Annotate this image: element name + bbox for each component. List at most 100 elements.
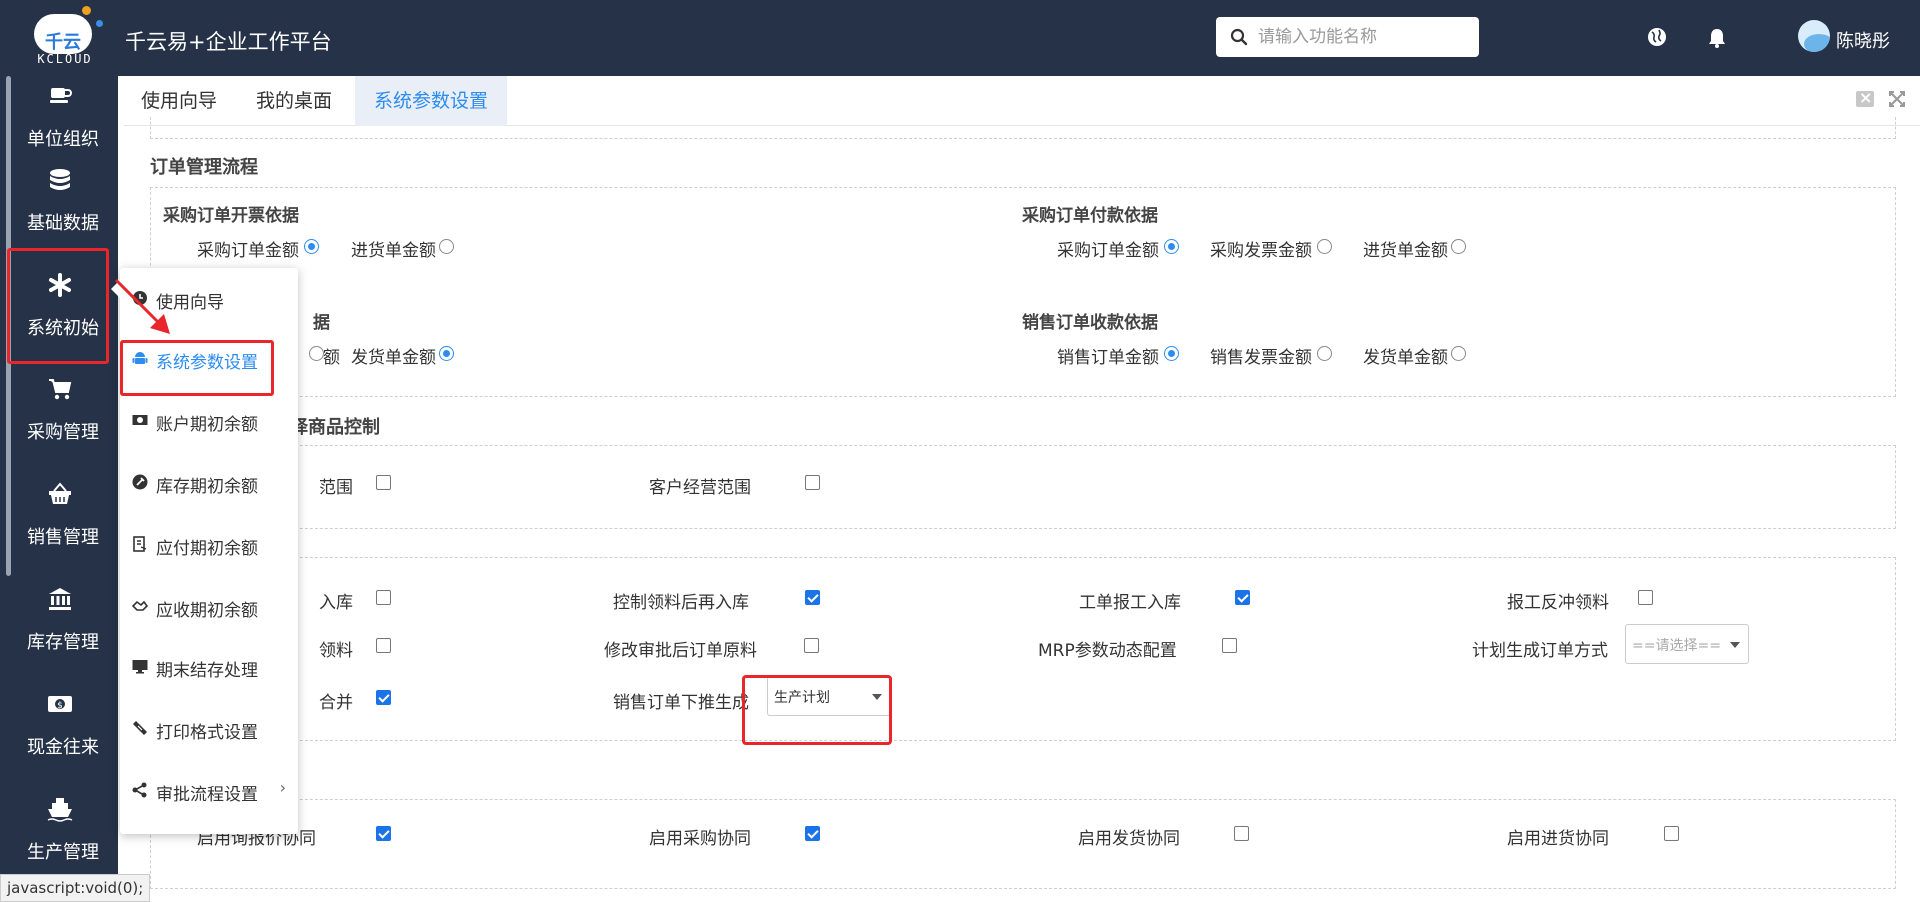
radio-label: 销售发票金额 — [1210, 348, 1312, 368]
production-panel: 入库 控制领料后再入库 工单报工入库 报工反冲领料 领料 修改审批后订单原料 M… — [150, 557, 1896, 741]
ticket-icon — [133, 721, 147, 735]
order-flow-panel: 采购订单开票依据 采购订单金额 进货单金额 采购订单付款依据 采购订单金额 采购… — [150, 187, 1896, 397]
logo-dot — [82, 6, 91, 15]
globe-icon[interactable] — [1646, 26, 1668, 48]
submenu-item-payable-opening[interactable]: 应付期初余额 — [120, 514, 298, 574]
monitor-icon — [132, 660, 148, 674]
sidebar-item-basic-data[interactable]: 基础数据 — [0, 152, 118, 256]
radio-label: 销售订单金额 — [1057, 348, 1159, 368]
settings-content: 订单管理流程 采购订单开票依据 采购订单金额 进货单金额 采购订单付款依据 采购… — [124, 117, 1920, 902]
money-icon: $ — [48, 696, 72, 712]
previous-panel — [150, 117, 1896, 139]
checkbox-backflush[interactable] — [1638, 590, 1653, 605]
sidebar-item-label: 采购管理 — [27, 422, 99, 443]
checkbox-inquiry-collab[interactable] — [376, 826, 391, 841]
radio-label: 采购订单金额 — [197, 241, 299, 261]
checkbox-label: 工单报工入库 — [1079, 593, 1181, 613]
checkbox-control-pick-before-in[interactable] — [805, 590, 820, 605]
radio-label: 采购订单金额 — [1057, 241, 1159, 261]
highlight-box — [120, 340, 274, 396]
bell-icon[interactable] — [1706, 27, 1728, 49]
submenu-item-receivable-opening[interactable]: 应收期初余额 — [120, 576, 298, 636]
select-label: 计划生成订单方式 — [1472, 641, 1608, 661]
avatar[interactable] — [1798, 20, 1830, 52]
radio-label: 采购发票金额 — [1210, 241, 1312, 261]
submenu-item-inventory-opening[interactable]: 库存期初余额 — [120, 452, 298, 512]
checkbox-production-in[interactable] — [376, 590, 391, 605]
radio-purchase-order-amount[interactable] — [1164, 239, 1179, 254]
checkbox-label: 客户经营范围 — [649, 478, 751, 498]
checkbox-picking[interactable] — [376, 638, 391, 653]
radio-sales-order-amount[interactable] — [1164, 346, 1179, 361]
checkbox-label: 控制领料后再入库 — [613, 593, 749, 613]
sidebar-item-label: 生产管理 — [27, 842, 99, 863]
radio-receipt-amount[interactable] — [1451, 239, 1466, 254]
search-input[interactable] — [1258, 17, 1468, 57]
brand-name: KCLOUD — [37, 52, 93, 66]
sidebar-item-label: 销售管理 — [27, 527, 99, 548]
status-bar: javascript:void(0); — [0, 874, 151, 902]
radio-label: 发货单金额 — [1363, 348, 1448, 368]
radio-sales-invoice-amount[interactable] — [1317, 346, 1332, 361]
wrench-icon — [132, 474, 148, 490]
sidebar-item-production[interactable]: 生产管理 — [0, 784, 118, 888]
submenu-item-account-opening[interactable]: 账户期初余额 — [120, 390, 298, 450]
radio-receipt-amount[interactable] — [439, 239, 454, 254]
radio-label: 进货单金额 — [351, 241, 436, 261]
sidebar-item-inventory[interactable]: 库存管理 — [0, 574, 118, 678]
fullscreen-icon[interactable] — [1888, 90, 1906, 108]
database-icon — [50, 169, 70, 190]
submenu-item-period-end[interactable]: 期末结存处理 — [120, 636, 298, 696]
highlight-box — [7, 248, 109, 364]
checkbox-mrp-dynamic[interactable] — [1222, 638, 1237, 653]
sidebar-item-purchase[interactable]: 采购管理 — [0, 364, 118, 468]
checkbox-label: 入库 — [319, 593, 353, 613]
cloud-logo-icon: 千云 — [34, 14, 92, 54]
submenu-item-print-format[interactable]: 打印格式设置 — [120, 698, 298, 758]
checkbox-label: 报工反冲领料 — [1507, 593, 1609, 613]
radio-delivery-amount[interactable] — [439, 346, 454, 361]
submenu-item-approval-flow[interactable]: 审批流程设置 › — [120, 760, 298, 820]
checkbox-label: MRP参数动态配置 — [1038, 641, 1177, 661]
checkbox-customer-scope[interactable] — [805, 475, 820, 490]
username[interactable]: 陈晓彤 — [1836, 27, 1890, 53]
select-label: 销售订单下推生成 — [613, 693, 749, 713]
radio-label: 额 — [323, 348, 340, 368]
radio-purchase-invoice-amount[interactable] — [1317, 239, 1332, 254]
section-title-order-flow: 订单管理流程 — [150, 157, 258, 178]
checkbox-supplier-scope[interactable] — [376, 475, 391, 490]
sidebar-item-label: 单位组织 — [27, 129, 99, 150]
radio-sales-order-amount[interactable] — [309, 346, 324, 361]
radio-purchase-order-amount[interactable] — [304, 239, 319, 254]
checkbox-delivery-collab[interactable] — [1234, 826, 1249, 841]
plan-order-method-select[interactable]: ==请选择== — [1625, 624, 1749, 664]
sales-invoice-basis-title: 据 — [313, 313, 330, 333]
purchase-payment-basis-title: 采购订单付款依据 — [1022, 206, 1158, 226]
checkbox-work-order-report-in[interactable] — [1235, 590, 1250, 605]
checkbox-label: 合并 — [319, 693, 353, 713]
handshake-icon — [132, 600, 148, 611]
sales-receipt-basis-title: 销售订单收款依据 — [1022, 313, 1158, 333]
checkbox-label: 启用进货协同 — [1507, 829, 1609, 849]
sidebar-item-label: 现金往来 — [27, 737, 99, 758]
search-icon — [1230, 28, 1248, 46]
checkbox-receipt-collab[interactable] — [1664, 826, 1679, 841]
sidebar-item-sales[interactable]: 销售管理 — [0, 469, 118, 573]
logo-dot — [96, 20, 103, 27]
sidebar: 单位组织 基础数据 系统初始 采购管理 销售管理 库存管理 $ 现金往来 生产管… — [0, 76, 118, 902]
checkbox-modify-approved-material[interactable] — [804, 638, 819, 653]
money-icon — [132, 415, 148, 425]
logo[interactable]: 千云 KCLOUD — [16, 6, 108, 68]
sidebar-item-cash[interactable]: $ 现金往来 — [0, 679, 118, 783]
ship-icon — [47, 798, 73, 822]
radio-label: 进货单金额 — [1363, 241, 1448, 261]
checkbox-merge[interactable] — [376, 690, 391, 705]
sidebar-item-org[interactable]: 单位组织 — [0, 76, 118, 152]
checkbox-label: 范围 — [319, 478, 353, 498]
purchase-invoice-basis-title: 采购订单开票依据 — [163, 206, 299, 226]
checkbox-purchase-collab[interactable] — [805, 826, 820, 841]
radio-delivery-amount[interactable] — [1451, 346, 1466, 361]
basket-icon — [49, 482, 71, 504]
close-tabs-icon[interactable] — [1856, 88, 1874, 107]
search-box[interactable] — [1216, 17, 1479, 57]
